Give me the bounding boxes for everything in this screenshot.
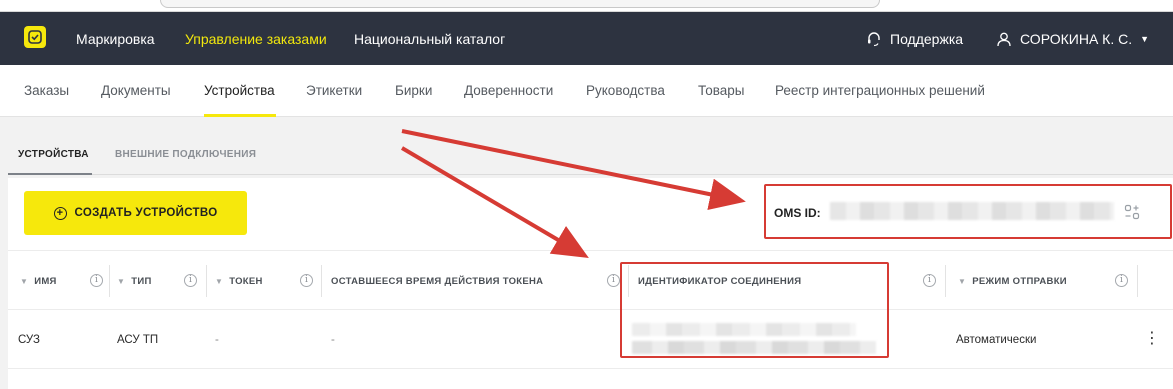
arrow-to-oms-id	[401, 129, 746, 211]
annotation-arrows	[400, 129, 746, 259]
